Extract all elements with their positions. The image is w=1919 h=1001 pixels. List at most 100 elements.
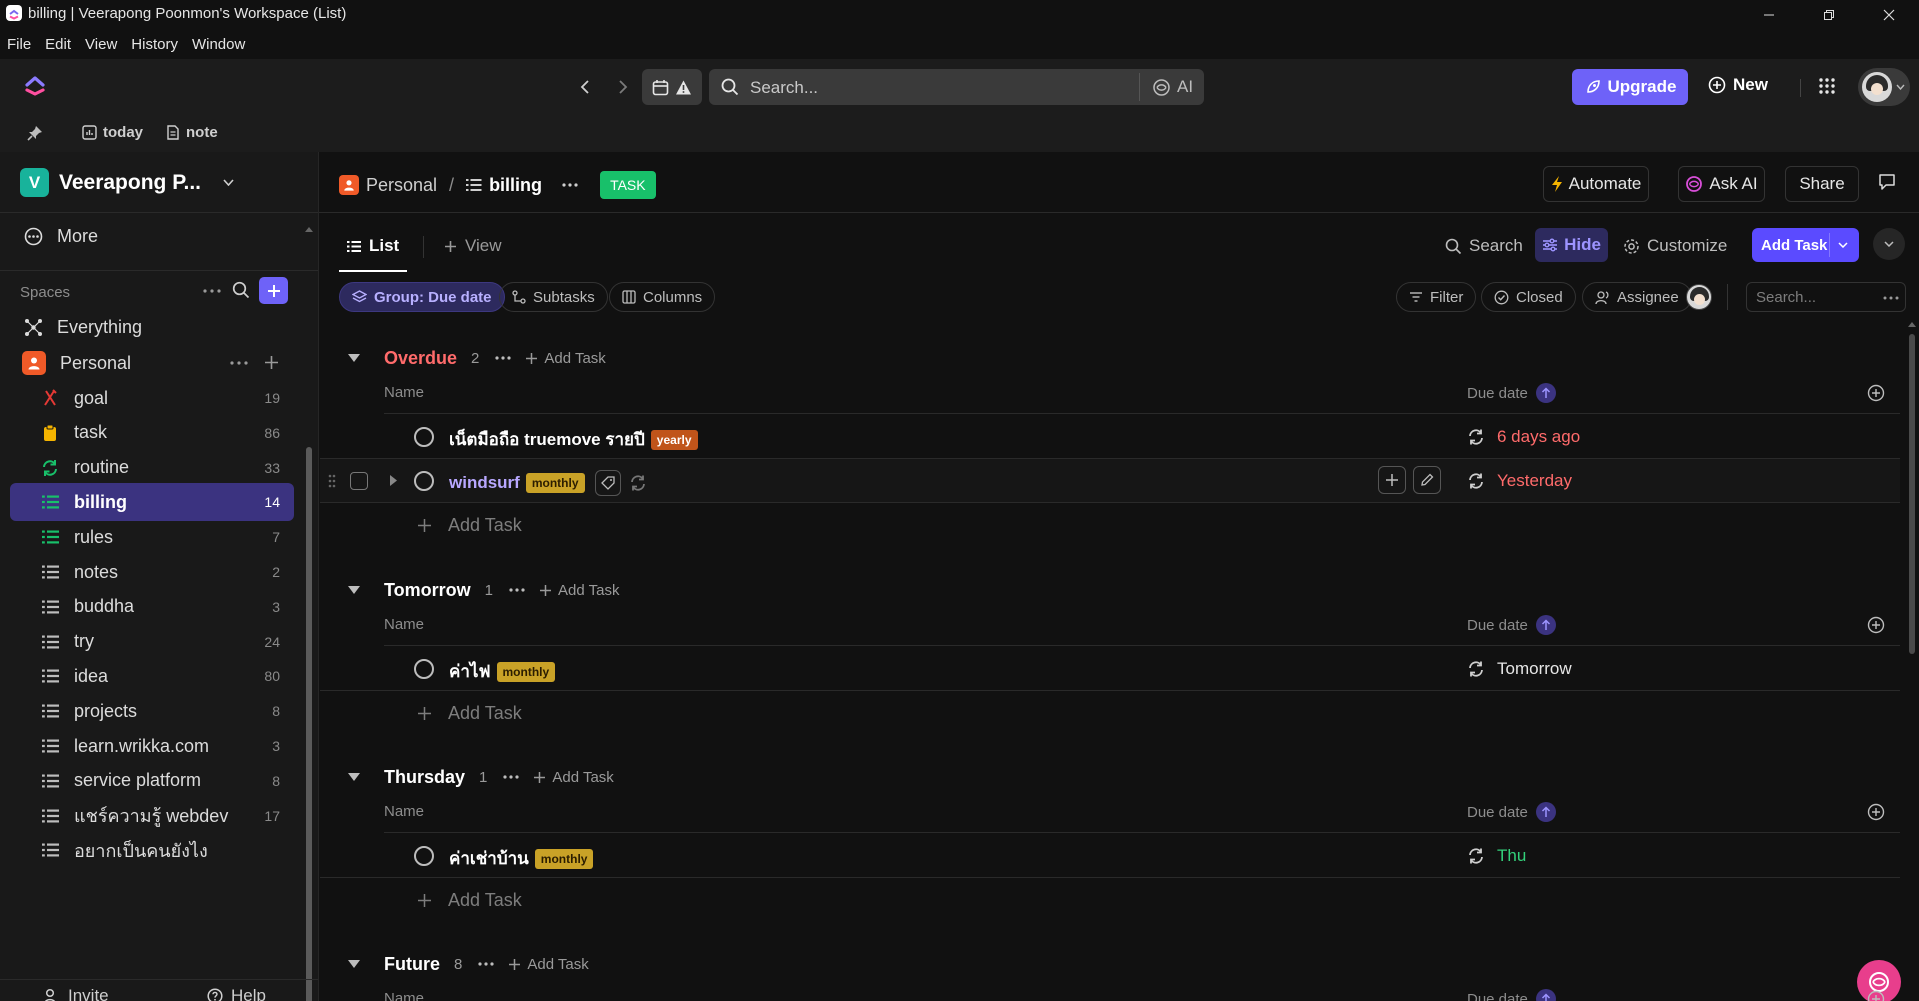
task-status-circle[interactable] [414, 659, 434, 679]
user-menu[interactable] [1858, 68, 1910, 106]
reminders-group[interactable] [642, 69, 702, 105]
list-more-icon[interactable] [562, 183, 578, 187]
spaces-more-icon[interactable] [203, 289, 221, 293]
menu-edit[interactable]: Edit [45, 36, 71, 53]
sidebar-item-rules[interactable]: rules 7 [10, 518, 294, 556]
personal-add-icon[interactable] [264, 355, 279, 370]
filter-button[interactable]: Filter [1396, 282, 1477, 312]
group-add-task-button[interactable]: Add Task [539, 582, 619, 599]
breadcrumb-list[interactable]: billing [466, 175, 542, 196]
name-column-label[interactable]: Name [384, 803, 424, 820]
due-date-column-label[interactable]: Due date [1467, 989, 1556, 1001]
add-subtask-icon[interactable] [1378, 466, 1406, 494]
add-task-row[interactable]: Add Task [384, 878, 522, 922]
sidebar-item-try[interactable]: try 24 [10, 623, 294, 661]
ask-ai-button[interactable]: Ask AI [1678, 166, 1765, 202]
hide-button[interactable]: Hide [1535, 228, 1608, 262]
table-row[interactable]: ค่าไฟ monthly Tomorrow [320, 647, 1900, 691]
add-view-button[interactable]: View [444, 236, 502, 256]
sort-arrow-up-icon[interactable] [1535, 802, 1556, 822]
upgrade-button[interactable]: Upgrade [1572, 69, 1688, 105]
subtasks-button[interactable]: Subtasks [499, 282, 608, 312]
menu-window[interactable]: Window [192, 36, 245, 53]
collapse-toolbar-button[interactable] [1873, 228, 1905, 260]
search-more-icon[interactable] [1883, 296, 1899, 300]
group-add-task-button[interactable]: Add Task [533, 769, 614, 786]
name-column-label[interactable]: Name [384, 384, 424, 401]
sort-arrow-up-icon[interactable] [1535, 615, 1556, 635]
collapse-caret-icon[interactable] [348, 586, 360, 594]
drag-handle-icon[interactable] [328, 474, 336, 488]
back-button[interactable] [573, 75, 597, 99]
task-name[interactable]: windsurf [449, 473, 520, 493]
main-scrollbar[interactable] [1908, 322, 1916, 1001]
ai-button[interactable]: AI [1152, 77, 1193, 97]
menu-file[interactable]: File [7, 36, 31, 53]
task-name[interactable]: ค่าเช่าบ้าน [449, 845, 529, 872]
add-column-icon[interactable] [1867, 803, 1885, 821]
due-date-cell[interactable]: Thu [1467, 846, 1526, 866]
collapse-caret-icon[interactable] [348, 354, 360, 362]
restore-button[interactable] [1799, 0, 1859, 29]
apps-grid-icon[interactable] [1818, 77, 1836, 95]
group-more-icon[interactable] [495, 356, 511, 360]
add-tag-icon[interactable] [594, 470, 621, 496]
sidebar-item-notes[interactable]: notes 2 [10, 553, 294, 591]
due-date-cell[interactable]: Tomorrow [1467, 659, 1572, 679]
name-column-label[interactable]: Name [384, 990, 424, 1001]
task-status-circle[interactable] [414, 427, 434, 447]
rename-pencil-icon[interactable] [1413, 466, 1441, 494]
task-status-circle[interactable] [414, 471, 434, 491]
task-name[interactable]: เน็ตมือถือ truemove รายปี [449, 426, 645, 453]
add-column-icon[interactable] [1867, 384, 1885, 402]
task-tag[interactable]: monthly [496, 661, 556, 682]
due-date-column-label[interactable]: Due date [1467, 383, 1556, 403]
recurring-small-icon[interactable] [629, 474, 647, 492]
group-more-icon[interactable] [478, 962, 494, 966]
columns-button[interactable]: Columns [609, 282, 716, 312]
share-button[interactable]: Share [1785, 166, 1859, 202]
favorite-today[interactable]: today [82, 124, 143, 141]
group-by-button[interactable]: Group: Due date [339, 282, 505, 312]
list-search-input[interactable]: Search... [1746, 282, 1906, 312]
clickup-logo-icon[interactable] [24, 73, 46, 97]
sidebar-item--[interactable]: อยากเป็นคนยังไง [10, 831, 294, 869]
add-column-icon[interactable] [1867, 990, 1885, 1001]
sidebar-item-goal[interactable]: goal 19 [10, 379, 294, 417]
customize-button[interactable]: Customize [1623, 236, 1727, 256]
forward-button[interactable] [611, 75, 635, 99]
group-add-task-button[interactable]: Add Task [525, 350, 606, 367]
add-task-button[interactable]: Add Task [1752, 228, 1859, 262]
sidebar-scrollbar[interactable] [305, 217, 313, 1001]
sort-arrow-up-icon[interactable] [1535, 989, 1556, 1001]
task-status-circle[interactable] [414, 846, 434, 866]
sidebar-item-buddha[interactable]: buddha 3 [10, 588, 294, 626]
list-search-button[interactable]: Search [1445, 236, 1523, 256]
task-tag[interactable]: monthly [534, 848, 594, 869]
sidebar-item-billing[interactable]: billing 14 [10, 483, 294, 522]
tab-list[interactable]: List [347, 236, 399, 256]
due-date-cell[interactable]: Yesterday [1467, 471, 1572, 491]
personal-more-icon[interactable] [230, 361, 248, 365]
add-column-icon[interactable] [1867, 616, 1885, 634]
assignee-avatar[interactable] [1686, 284, 1712, 310]
name-column-label[interactable]: Name [384, 616, 424, 633]
group-add-task-button[interactable]: Add Task [508, 956, 589, 973]
collapse-caret-icon[interactable] [348, 773, 360, 781]
table-row[interactable]: windsurf monthly Yesterday [320, 459, 1900, 503]
sidebar-item-routine[interactable]: routine 33 [10, 449, 294, 487]
invite-button[interactable]: Invite [44, 986, 109, 1001]
sort-arrow-up-icon[interactable] [1535, 383, 1556, 403]
global-search-bar[interactable]: Search... AI [709, 69, 1204, 105]
collapse-caret-icon[interactable] [348, 960, 360, 968]
assignee-button[interactable]: Assignee [1582, 282, 1692, 312]
more-button[interactable]: More [24, 226, 98, 247]
space-personal[interactable]: Personal [22, 348, 131, 378]
new-button[interactable]: New [1708, 75, 1768, 95]
spaces-search-icon[interactable] [232, 281, 250, 299]
create-space-button[interactable] [259, 277, 288, 304]
help-button[interactable]: Help [207, 986, 266, 1001]
menu-view[interactable]: View [85, 36, 117, 53]
breadcrumb-space[interactable]: Personal [339, 175, 437, 196]
add-task-row[interactable]: Add Task [384, 691, 522, 735]
